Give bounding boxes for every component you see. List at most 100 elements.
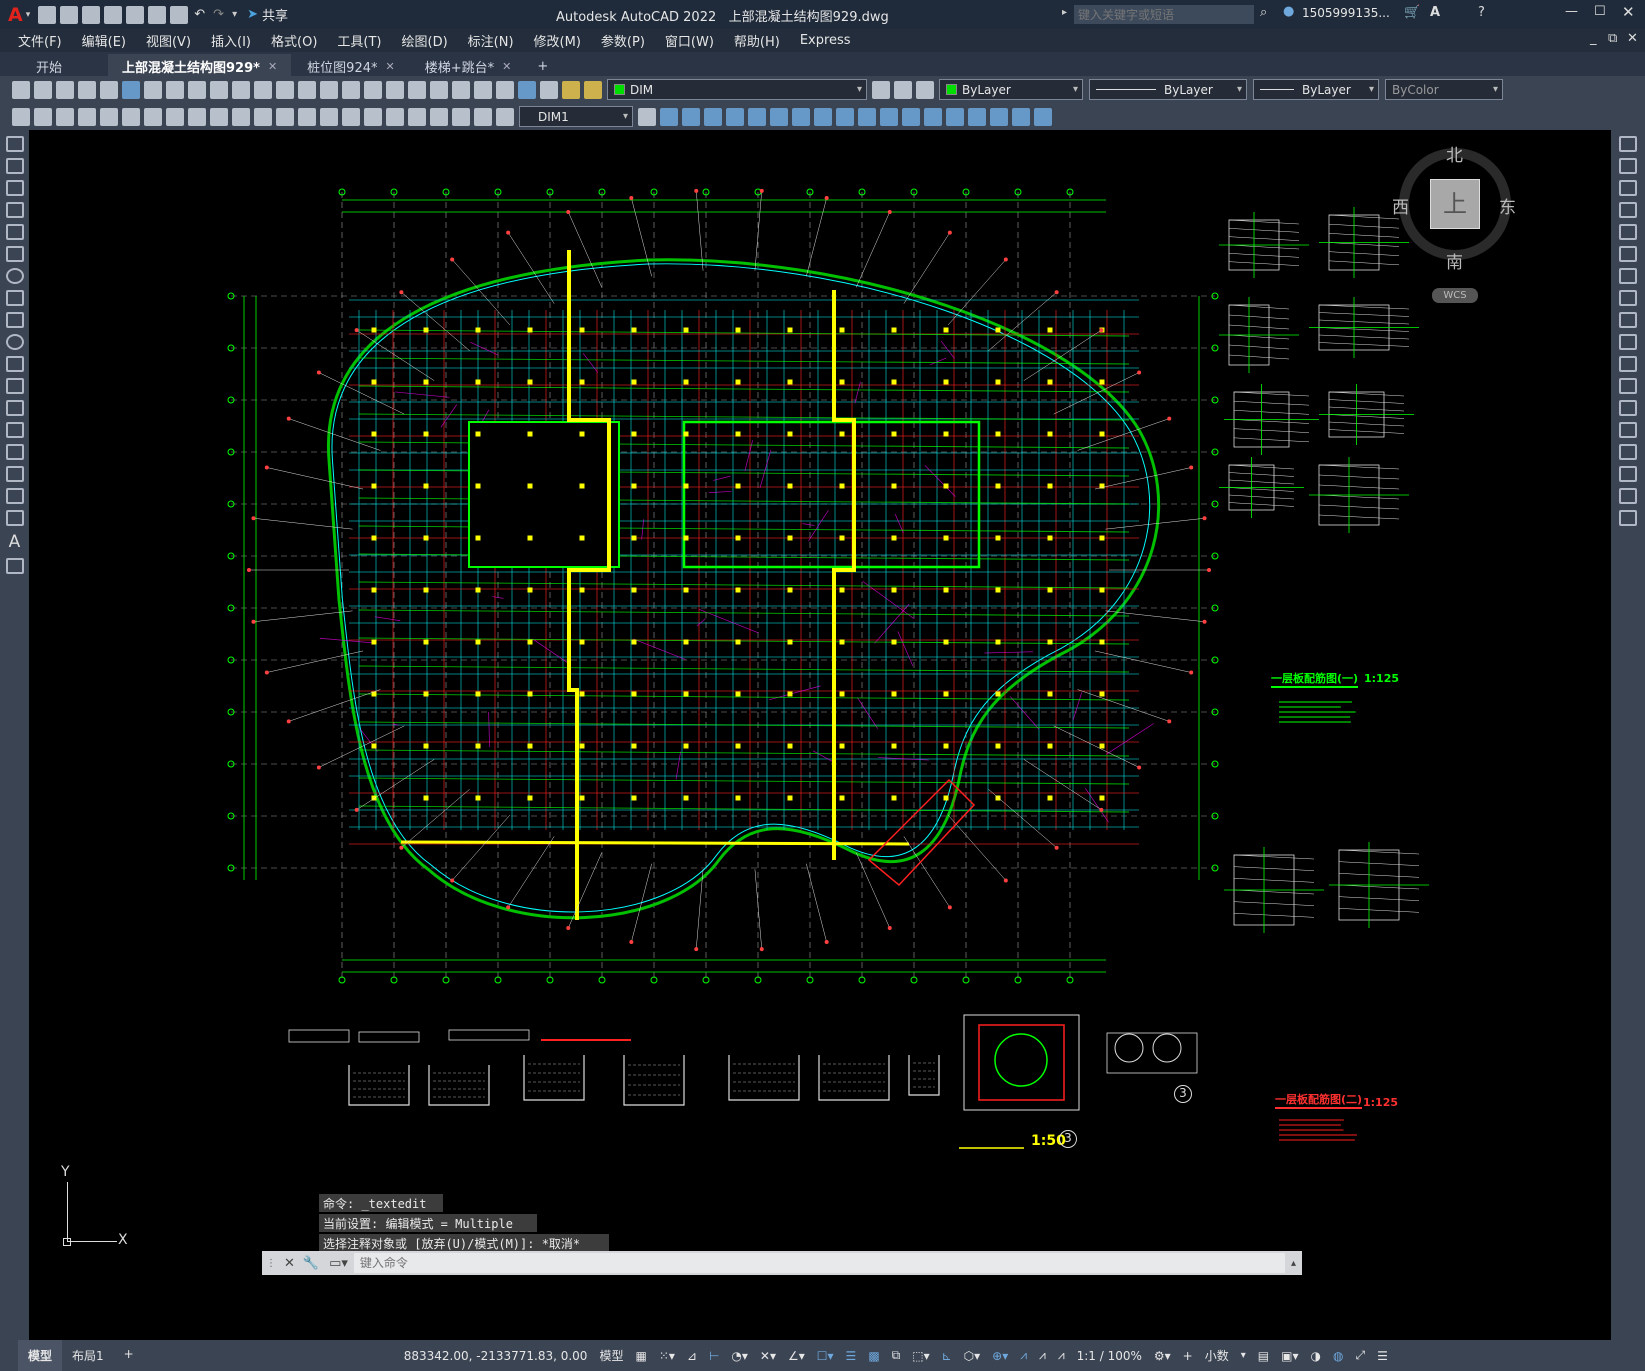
help-icon[interactable] xyxy=(518,81,536,99)
inspect-icon[interactable] xyxy=(408,108,426,126)
isolate-objects-icon[interactable]: ◑ xyxy=(1311,1349,1321,1363)
clean-screen-icon[interactable]: ⤢ xyxy=(1355,1348,1365,1363)
jogged-icon[interactable] xyxy=(188,108,206,126)
region-icon[interactable] xyxy=(6,488,24,504)
preview-icon[interactable] xyxy=(100,81,118,99)
add-selected-icon[interactable] xyxy=(6,558,24,574)
app-menu-chevron-icon[interactable]: ▾ xyxy=(26,10,31,20)
open-icon[interactable] xyxy=(34,81,52,99)
fillet-icon[interactable] xyxy=(968,108,986,126)
share-button[interactable]: 共享 xyxy=(262,5,288,24)
osnap-icon[interactable]: ☐▾ xyxy=(817,1349,834,1363)
tab-close-icon[interactable]: ✕ xyxy=(386,60,395,73)
lock-ui-icon[interactable]: ▣▾ xyxy=(1281,1349,1298,1363)
search-icon[interactable]: ⌕ xyxy=(1260,5,1267,20)
layer-on-icon[interactable] xyxy=(562,81,580,99)
menu-dimension[interactable]: 标注(N) xyxy=(468,31,514,50)
doc-close-button[interactable]: ✕ xyxy=(1627,31,1638,46)
viewcube-west[interactable]: 西 xyxy=(1392,193,1409,218)
make-block-icon[interactable] xyxy=(6,400,24,416)
isodraft-icon[interactable]: ∠▾ xyxy=(788,1349,805,1363)
array-icon[interactable] xyxy=(1619,224,1637,240)
insert-block-icon[interactable] xyxy=(6,378,24,394)
tab-close-icon[interactable]: ✕ xyxy=(502,60,511,73)
aligned-dim-icon[interactable] xyxy=(100,108,118,126)
tab-model[interactable]: 模型 xyxy=(18,1340,62,1371)
layer-state-icon[interactable] xyxy=(916,81,934,99)
zoom-previous-icon[interactable] xyxy=(364,81,382,99)
line-icon[interactable] xyxy=(6,136,24,152)
auto-scale-icon[interactable]: ⩘ xyxy=(1039,1348,1046,1363)
tool-icon[interactable] xyxy=(34,108,52,126)
copy-icon[interactable] xyxy=(1619,158,1637,174)
save-as-icon[interactable] xyxy=(104,6,122,24)
maximize-button[interactable]: ☐ xyxy=(1594,4,1606,19)
point-icon[interactable] xyxy=(6,422,24,438)
polyline-icon[interactable] xyxy=(6,180,24,196)
dimbreak-icon[interactable] xyxy=(342,108,360,126)
ortho-icon[interactable]: ⊢ xyxy=(709,1349,719,1363)
command-grip-icon[interactable]: ⋮ xyxy=(266,1258,276,1269)
autocad-logo[interactable]: A xyxy=(8,4,23,26)
plot-icon[interactable] xyxy=(170,6,188,24)
radius-icon[interactable] xyxy=(166,108,184,126)
viewcube-top-face[interactable]: 上 xyxy=(1430,179,1480,229)
tab-close-icon[interactable]: ✕ xyxy=(268,60,277,73)
diameter-icon[interactable] xyxy=(210,108,228,126)
ellipse-icon[interactable] xyxy=(6,334,24,350)
menu-modify[interactable]: 修改(M) xyxy=(534,31,581,50)
break-at-point-icon[interactable] xyxy=(1619,378,1637,394)
join-icon[interactable] xyxy=(924,108,942,126)
gradient-icon[interactable] xyxy=(6,466,24,482)
lineweight-dropdown[interactable]: ByLayer xyxy=(1253,79,1379,100)
gizmo-icon[interactable]: ⊕▾ xyxy=(992,1349,1008,1363)
linear-dim-icon[interactable] xyxy=(78,108,96,126)
menu-express[interactable]: Express xyxy=(800,33,851,48)
erase-icon[interactable] xyxy=(1619,136,1637,152)
menu-insert[interactable]: 插入(I) xyxy=(211,31,251,50)
polygon-icon[interactable] xyxy=(6,202,24,218)
menu-draw[interactable]: 绘图(D) xyxy=(402,31,448,50)
spline-icon[interactable] xyxy=(6,312,24,328)
group-icon[interactable] xyxy=(1034,108,1052,126)
cad-drawing[interactable] xyxy=(29,130,1611,1340)
rectangle-icon[interactable] xyxy=(6,224,24,240)
jogged-linear-icon[interactable] xyxy=(430,108,448,126)
snap-icon[interactable]: ⁙▾ xyxy=(659,1349,675,1363)
command-recent-icon[interactable]: ▭▾ xyxy=(329,1256,348,1271)
menu-view[interactable]: 视图(V) xyxy=(146,31,191,50)
linetype-dropdown[interactable]: ByLayer xyxy=(1089,79,1247,100)
menu-format[interactable]: 格式(O) xyxy=(271,31,317,50)
redo-icon[interactable]: ↷ xyxy=(213,7,224,22)
save-icon[interactable] xyxy=(82,6,100,24)
ellipse-arc-icon[interactable] xyxy=(6,356,24,372)
add-layout-button[interactable]: + xyxy=(114,1340,144,1371)
viewcube-south[interactable]: 南 xyxy=(1446,248,1463,273)
save-icon[interactable] xyxy=(56,81,74,99)
tool-icon[interactable] xyxy=(56,108,74,126)
open-file-icon[interactable] xyxy=(60,6,78,24)
copy-icon[interactable] xyxy=(166,81,184,99)
tool-icon[interactable] xyxy=(12,108,30,126)
undo-icon[interactable]: ↶ xyxy=(194,7,205,22)
offset-icon[interactable] xyxy=(1619,202,1637,218)
command-close-icon[interactable]: ✕ xyxy=(284,1256,295,1271)
menu-window[interactable]: 窗口(W) xyxy=(665,31,714,50)
plot-icon[interactable] xyxy=(78,81,96,99)
user-name[interactable]: 1505999135... xyxy=(1302,6,1390,20)
break-icon[interactable] xyxy=(902,108,920,126)
scale-icon[interactable] xyxy=(1619,290,1637,306)
cut-icon[interactable] xyxy=(144,81,162,99)
chamfer-icon[interactable] xyxy=(946,108,964,126)
arc-length-icon[interactable] xyxy=(122,108,140,126)
tab-pile-drawing[interactable]: 桩位图924* ✕ xyxy=(293,54,409,76)
tool-palettes-icon[interactable] xyxy=(430,81,448,99)
command-customize-icon[interactable]: 🔧 xyxy=(303,1256,319,1271)
new-file-icon[interactable] xyxy=(38,6,56,24)
fillet-icon[interactable] xyxy=(1619,466,1637,482)
qnew-icon[interactable] xyxy=(12,81,30,99)
extend-icon[interactable] xyxy=(1619,356,1637,372)
user-icon[interactable]: ● xyxy=(1283,4,1294,19)
command-history-toggle-icon[interactable]: ▴ xyxy=(1291,1258,1296,1269)
properties-icon[interactable] xyxy=(386,81,404,99)
